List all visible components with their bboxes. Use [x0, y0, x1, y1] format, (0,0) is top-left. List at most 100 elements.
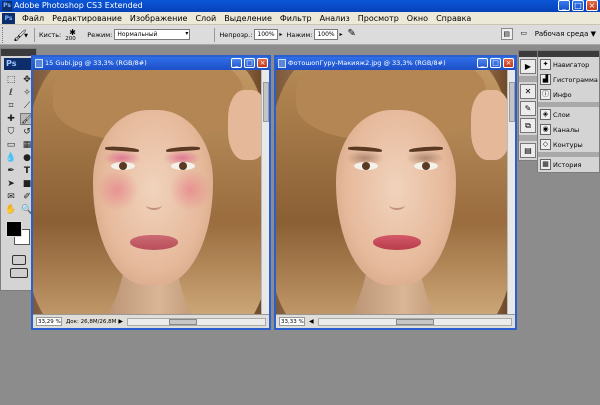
paths-icon: ◇	[540, 139, 551, 150]
clone-source-icon[interactable]: ⧉	[520, 118, 536, 133]
ps-badge: Ps	[4, 58, 32, 70]
hand	[228, 90, 261, 160]
tool-presets-icon[interactable]: ✕	[520, 84, 536, 99]
horizontal-scrollbar[interactable]	[127, 317, 266, 326]
status-menu-arrow-icon[interactable]: ▶	[118, 318, 123, 325]
color-swatches	[4, 221, 33, 251]
doc-maximize-button[interactable]: □	[244, 58, 255, 68]
document-icon	[35, 59, 43, 68]
opacity-arrow-icon[interactable]: ▸	[279, 31, 282, 38]
flow-arrow-icon[interactable]: ▸	[339, 31, 342, 38]
menu-analysis[interactable]: Анализ	[316, 14, 354, 23]
clone-stamp-tool-icon[interactable]: ⛉	[4, 126, 18, 138]
panel-label: Навигатор	[553, 60, 590, 69]
app-title-bar: Ps Adobe Photoshop CS3 Extended _ □ ×	[0, 0, 600, 12]
panel-dock: ✦ Навигатор ▟ Гистограмма ⓘ Инфо ◈ Слои …	[537, 50, 600, 173]
zoom-field[interactable]: 33,33 %	[279, 317, 305, 326]
menu-view[interactable]: Просмотр	[354, 14, 403, 23]
menu-window[interactable]: Окно	[403, 14, 432, 23]
menu-help[interactable]: Справка	[432, 14, 475, 23]
marquee-tool-icon[interactable]: ⬚	[4, 74, 18, 86]
menu-layer[interactable]: Слой	[191, 14, 220, 23]
vertical-scrollbar[interactable]	[507, 70, 515, 314]
brush-label: Кисть:	[39, 30, 62, 39]
blush-left	[95, 170, 140, 210]
channels-icon: ◉	[540, 124, 551, 135]
doc-size-info: Док: 26,8M/26,8M	[66, 318, 117, 325]
workspace-button[interactable]: Рабочая среда ▼	[535, 30, 596, 38]
face	[336, 110, 456, 285]
menu-select[interactable]: Выделение	[220, 14, 276, 23]
panel-icon-dock: ▶ ✕ ✎ ⧉ ▤	[518, 50, 538, 161]
path-selection-tool-icon[interactable]: ➤	[4, 178, 18, 190]
screen-mode-button[interactable]	[9, 268, 28, 278]
pen-tool-icon[interactable]: ✒	[4, 165, 18, 177]
menu-file[interactable]: Файл	[18, 14, 48, 23]
panel-label: Контуры	[553, 140, 583, 149]
eraser-tool-icon[interactable]: ▭	[4, 139, 18, 151]
blur-tool-icon[interactable]: 💧	[4, 152, 18, 164]
vertical-scrollbar[interactable]	[261, 70, 269, 314]
eye-left	[354, 162, 378, 170]
layer-comps-icon[interactable]: ▤	[520, 143, 536, 158]
panel-histogram[interactable]: ▟ Гистограмма	[538, 72, 599, 87]
panel-layers[interactable]: ◈ Слои	[538, 107, 599, 122]
brushes-icon[interactable]: ✎	[520, 101, 536, 116]
crop-tool-icon[interactable]: ⌗	[4, 100, 18, 112]
healing-brush-tool-icon[interactable]: ✚	[4, 113, 18, 125]
flow-field[interactable]: 100%	[314, 29, 339, 40]
eye-left	[111, 162, 135, 170]
brush-size-picker[interactable]: ✱ 200	[63, 27, 81, 43]
doc-close-button[interactable]: ×	[503, 58, 514, 68]
panel-history[interactable]: ▦ История	[538, 157, 599, 172]
opacity-value: 100%	[257, 31, 275, 38]
doc-minimize-button[interactable]: _	[231, 58, 242, 68]
bridge-icon[interactable]: ▭	[518, 28, 530, 40]
doc-close-button[interactable]: ×	[257, 58, 268, 68]
info-icon: ⓘ	[540, 89, 551, 100]
tool-preset-picker[interactable]: 🖌 ▼	[10, 28, 28, 42]
mode-value: Нормальный	[117, 31, 158, 38]
zoom-field[interactable]: 33,29 %	[36, 317, 62, 326]
document-title: ФотошопГуру-Макияж2.jpg @ 33,3% (RGB/8#)	[288, 59, 446, 67]
panel-label: Инфо	[553, 90, 572, 99]
panel-navigator[interactable]: ✦ Навигатор	[538, 57, 599, 72]
blush-right	[168, 170, 213, 210]
horizontal-scrollbar[interactable]	[317, 317, 512, 326]
options-grip[interactable]	[2, 26, 8, 43]
flow-label: Нажим:	[286, 30, 313, 39]
photoshop-icon: Ps	[2, 1, 12, 11]
panel-paths[interactable]: ◇ Контуры	[538, 137, 599, 152]
panel-info[interactable]: ⓘ Инфо	[538, 87, 599, 102]
hand-tool-icon[interactable]: ✋	[4, 204, 18, 216]
palette-well-icon[interactable]: ▤	[500, 28, 513, 40]
lips	[130, 235, 178, 250]
document-canvas[interactable]	[276, 70, 507, 314]
doc-minimize-button[interactable]: _	[477, 58, 488, 68]
dock-header[interactable]	[519, 51, 537, 57]
menu-filter[interactable]: Фильтр	[276, 14, 316, 23]
menu-edit[interactable]: Редактирование	[48, 14, 126, 23]
quick-mask-button[interactable]	[11, 255, 26, 265]
menu-image[interactable]: Изображение	[126, 14, 192, 23]
layers-icon: ◈	[540, 109, 551, 120]
maximize-button[interactable]: □	[572, 0, 584, 11]
minimize-button[interactable]: _	[558, 0, 570, 11]
opacity-field[interactable]: 100%	[254, 29, 279, 40]
doc-maximize-button[interactable]: □	[490, 58, 501, 68]
airbrush-icon[interactable]: ✎	[347, 28, 361, 42]
mode-select[interactable]: Нормальный ▾	[114, 29, 191, 40]
panel-channels[interactable]: ◉ Каналы	[538, 122, 599, 137]
status-menu-arrow-icon[interactable]: ◀	[309, 318, 314, 325]
document-title-bar[interactable]: ФотошопГуру-Макияж2.jpg @ 33,3% (RGB/8#)…	[276, 57, 515, 70]
play-actions-icon[interactable]: ▶	[520, 59, 536, 74]
notes-tool-icon[interactable]: ✉	[4, 191, 18, 203]
close-button[interactable]: ×	[586, 0, 598, 11]
foreground-color-swatch[interactable]	[6, 221, 22, 237]
flow-value: 100%	[317, 31, 335, 38]
opacity-label: Непрозр.:	[219, 30, 253, 39]
lasso-tool-icon[interactable]: ℓ	[4, 87, 18, 99]
document-title-bar[interactable]: 15 Gubi.jpg @ 33,3% (RGB/8#) _ □ ×	[33, 57, 269, 70]
document-canvas[interactable]	[33, 70, 261, 314]
divider	[34, 27, 35, 42]
